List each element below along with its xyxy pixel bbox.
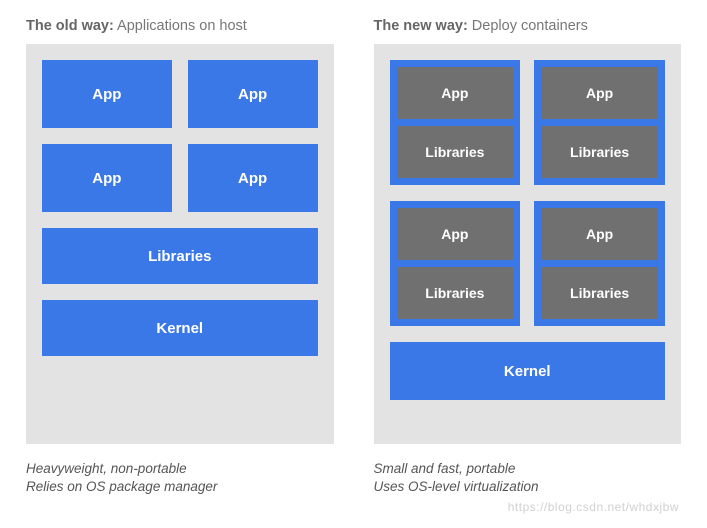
- container-row-2: App Libraries App Libraries: [390, 201, 666, 326]
- container-box: App Libraries: [534, 60, 665, 185]
- old-way-heading-rest: Applications on host: [114, 18, 247, 34]
- diagram-columns: The old way: Applications on host App Ap…: [26, 18, 681, 518]
- container-app-box: App: [541, 208, 658, 260]
- old-caption-line1: Heavyweight, non-portable: [26, 460, 334, 478]
- container-app-box: App: [541, 67, 658, 119]
- old-libraries-box: Libraries: [42, 228, 318, 284]
- old-panel-spacer: [42, 372, 318, 428]
- old-way-panel: App App App App Libraries Kernel: [26, 44, 334, 444]
- old-app-row-2: App App: [42, 144, 318, 212]
- container-row-1: App Libraries App Libraries: [390, 60, 666, 185]
- new-way-heading: The new way: Deploy containers: [374, 18, 682, 34]
- old-app-box: App: [188, 144, 318, 212]
- old-app-box: App: [42, 60, 172, 128]
- old-app-row-1: App App: [42, 60, 318, 128]
- new-way-column: The new way: Deploy containers App Libra…: [374, 18, 682, 518]
- new-way-heading-rest: Deploy containers: [468, 18, 588, 34]
- old-way-heading: The old way: Applications on host: [26, 18, 334, 34]
- old-caption-line2: Relies on OS package manager: [26, 478, 334, 496]
- old-way-caption: Heavyweight, non-portable Relies on OS p…: [26, 460, 334, 496]
- old-kernel-box: Kernel: [42, 300, 318, 356]
- old-way-column: The old way: Applications on host App Ap…: [26, 18, 334, 518]
- old-app-box: App: [188, 60, 318, 128]
- container-app-box: App: [397, 67, 514, 119]
- container-box: App Libraries: [534, 201, 665, 326]
- container-libraries-box: Libraries: [541, 126, 658, 178]
- container-box: App Libraries: [390, 201, 521, 326]
- old-app-box: App: [42, 144, 172, 212]
- container-libraries-box: Libraries: [541, 267, 658, 319]
- old-way-heading-bold: The old way:: [26, 18, 114, 34]
- container-app-box: App: [397, 208, 514, 260]
- new-caption-line1: Small and fast, portable: [374, 460, 682, 478]
- container-libraries-box: Libraries: [397, 126, 514, 178]
- new-caption-line2: Uses OS-level virtualization: [374, 478, 682, 496]
- new-kernel-box: Kernel: [390, 342, 666, 400]
- container-libraries-box: Libraries: [397, 267, 514, 319]
- new-way-heading-bold: The new way:: [374, 18, 468, 34]
- new-way-caption: Small and fast, portable Uses OS-level v…: [374, 460, 682, 496]
- container-box: App Libraries: [390, 60, 521, 185]
- new-way-panel: App Libraries App Libraries App Librarie…: [374, 44, 682, 444]
